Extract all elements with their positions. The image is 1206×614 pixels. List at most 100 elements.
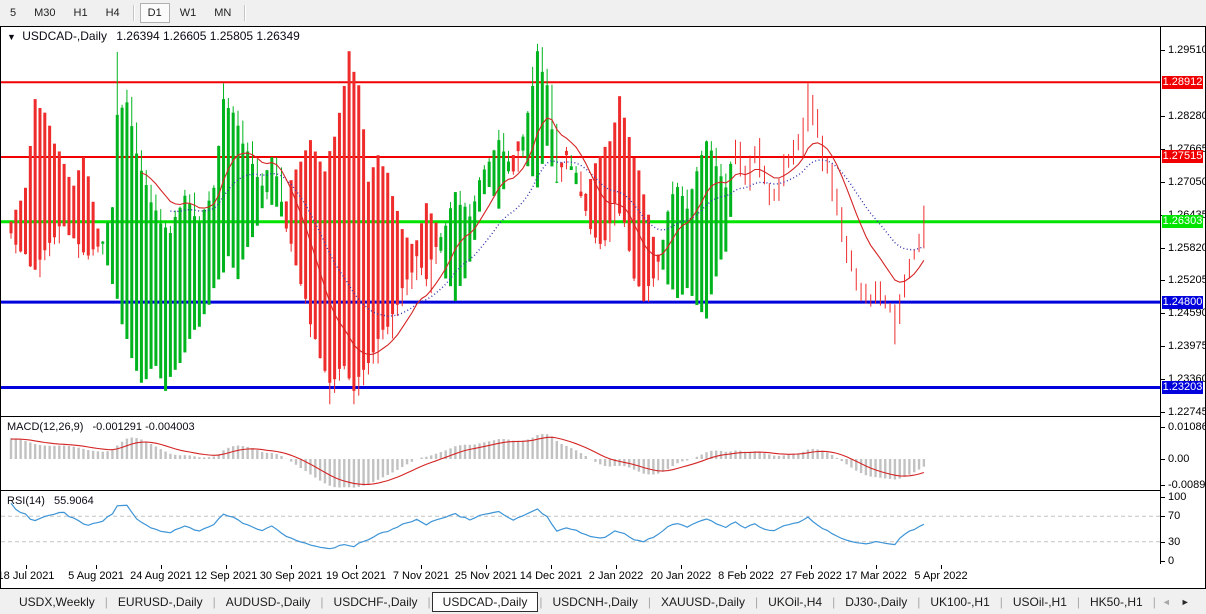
candle-body (555, 181, 559, 183)
time-tick-mark (616, 565, 617, 569)
candle-body (14, 209, 18, 245)
candle-body (395, 210, 399, 305)
tab-scroll-right-icon[interactable]: ► (1176, 597, 1195, 607)
candle-body (9, 221, 13, 234)
candle-body (487, 161, 491, 188)
price-tick-mark (1161, 346, 1165, 347)
price-chart-canvas[interactable] (1, 27, 1160, 416)
time-tick-mark (291, 565, 292, 569)
candle-body (449, 208, 453, 287)
candle-body (284, 201, 288, 229)
candle-body (671, 194, 675, 290)
candle-body (120, 107, 124, 325)
candle-body (202, 209, 206, 315)
rsi-pane[interactable]: RSI(14) 55.9064 (1, 493, 1160, 564)
timeframe-button-mn[interactable]: MN (206, 3, 239, 23)
candle-body (366, 181, 370, 363)
price-tick-label: 1.29510 (1168, 44, 1206, 56)
price-axis[interactable]: 1.295101.282801.276651.270501.264351.258… (1160, 27, 1206, 567)
candle-body (77, 170, 81, 245)
candle-body (246, 151, 250, 247)
candle-body (226, 108, 230, 257)
candle-body (197, 221, 201, 327)
candle-body (86, 176, 90, 256)
tab-usdx-weekly[interactable]: USDX,Weekly (10, 592, 104, 612)
time-tick-mark (876, 565, 877, 569)
candle-body (415, 240, 419, 257)
macd-label: MACD(12,26,9) -0.001291 -0.004003 (7, 421, 195, 433)
time-tick-mark (161, 565, 162, 569)
tab-usoil-h1[interactable]: USOil-,H1 (1004, 592, 1076, 612)
candle-body (159, 223, 163, 379)
candle-body (337, 112, 341, 369)
candle-body (598, 156, 602, 244)
candle-body (48, 125, 52, 243)
rsi-chart-canvas[interactable] (1, 493, 1160, 564)
price-tick-label: 1.23975 (1168, 340, 1206, 352)
timeframe-button-w1[interactable]: W1 (172, 3, 205, 23)
rsi-tick-mark (1161, 516, 1165, 517)
candle-body (149, 202, 153, 369)
macd-pane[interactable]: MACD(12,26,9) -0.001291 -0.004003 (1, 419, 1160, 490)
symbol-dropdown-icon[interactable]: ▼ (7, 32, 16, 42)
timeframe-button-5[interactable]: 5 (2, 3, 24, 23)
candle-body (57, 151, 61, 227)
macd-tick-label: 0.010869 (1168, 421, 1206, 433)
candle-body (651, 236, 655, 279)
tab-ukoil-h4[interactable]: UKOil-,H4 (759, 592, 831, 612)
tab-hk50-h1[interactable]: HK50-,H1 (1081, 592, 1152, 612)
candle-body (540, 71, 544, 164)
candle-body (724, 187, 728, 252)
price-tick-mark (1161, 248, 1165, 249)
price-tick-label: 1.22745 (1168, 406, 1206, 418)
timeframe-button-h1[interactable]: H1 (66, 3, 96, 23)
candle-body (38, 108, 42, 260)
candle-body (217, 145, 221, 280)
price-pane[interactable]: ▼ USDCAD-,Daily 1.26394 1.26605 1.25805 … (1, 27, 1160, 416)
price-level-badge: 1.23203 (1162, 381, 1203, 394)
tab-xauusd-daily[interactable]: XAUUSD-,Daily (652, 592, 754, 612)
macd-tick-label: 0.00 (1168, 453, 1190, 465)
candle-body (516, 141, 520, 152)
time-tick-label: 5 Apr 2022 (914, 570, 968, 582)
candle-body (535, 51, 539, 188)
candle-body (642, 194, 646, 302)
candle-body (279, 201, 283, 217)
tab-eurusd-daily[interactable]: EURUSD-,Daily (109, 592, 212, 612)
candle-body (560, 162, 564, 168)
candle-body (154, 210, 158, 366)
rsi-value: 55.9064 (53, 495, 94, 507)
macd-tick-mark (1161, 427, 1165, 428)
candle-body (241, 143, 245, 260)
candle-body (106, 222, 110, 266)
candle-body (23, 187, 27, 255)
candle-body (130, 126, 134, 359)
candle-body (695, 171, 699, 306)
candle-body (222, 99, 226, 273)
tab-usdcad-daily[interactable]: USDCAD-,Daily (431, 592, 539, 612)
candle-body (497, 140, 501, 209)
tab-audusd-daily[interactable]: AUDUSD-,Daily (217, 592, 320, 612)
timeframe-button-d1[interactable]: D1 (139, 3, 170, 23)
rsi-tick-label: 100 (1168, 491, 1187, 503)
tab-dj30-daily[interactable]: DJ30-,Daily (836, 592, 916, 612)
tab-scroll-left-icon[interactable]: ◄ (1157, 597, 1176, 607)
timeframe-button-m30[interactable]: M30 (26, 3, 63, 23)
macd-name: MACD(12,26,9) (7, 421, 84, 433)
tab-usdchf-daily[interactable]: USDCHF-,Daily (325, 592, 427, 612)
price-level-badge: 1.24800 (1162, 296, 1203, 309)
ma-slow-line (170, 159, 925, 317)
timeframe-button-h4[interactable]: H4 (98, 3, 128, 23)
macd-values: -0.001291 -0.004003 (92, 421, 195, 433)
candle-body (589, 178, 593, 230)
tab-usdcnh-daily[interactable]: USDCNH-,Daily (543, 592, 646, 612)
timeframe-toolbar: 5 M30 H1 H4 D1 W1 MN (0, 0, 1206, 27)
candle-body (468, 216, 472, 262)
candle-body (164, 227, 168, 391)
tab-uk100-h1[interactable]: UK100-,H1 (921, 592, 998, 612)
time-axis[interactable]: 18 Jul 2021 5 Aug 2021 24 Aug 2021 12 Sep 2… (0, 565, 1160, 587)
candle-body (405, 237, 409, 280)
candle-body (521, 136, 525, 151)
rsi-tick-mark (1161, 497, 1165, 498)
candle-body (661, 239, 665, 270)
